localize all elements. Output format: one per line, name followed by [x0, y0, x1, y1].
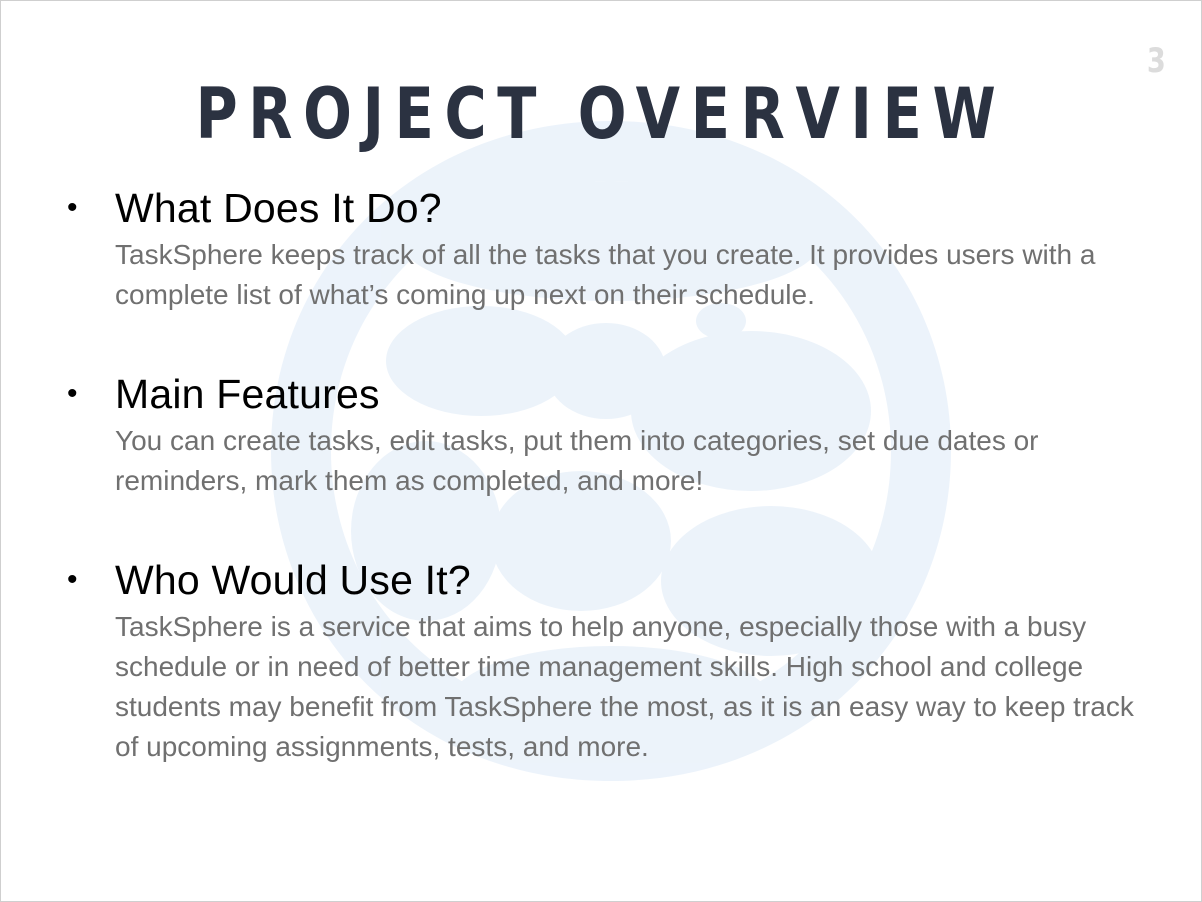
slide-number: 3: [1147, 41, 1167, 81]
bullet-item-what-does-it-do: • What Does It Do? TaskSphere keeps trac…: [67, 181, 1147, 315]
slide: 3 PROJECT OVERVIEW • What Does It Do? Ta…: [0, 0, 1202, 902]
bullet-item-who-would-use-it: • Who Would Use It? TaskSphere is a serv…: [67, 553, 1147, 767]
bullet-heading: Who Would Use It?: [115, 557, 471, 603]
bullet-body: TaskSphere keeps track of all the tasks …: [115, 239, 1096, 310]
bullet-body: TaskSphere is a service that aims to hel…: [115, 611, 1134, 762]
slide-title: PROJECT OVERVIEW: [195, 73, 1007, 155]
bullet-body: You can create tasks, edit tasks, put th…: [115, 425, 1039, 496]
bullet-dot-icon: •: [67, 377, 78, 410]
bullet-list: • What Does It Do? TaskSphere keeps trac…: [67, 181, 1147, 819]
bullet-item-main-features: • Main Features You can create tasks, ed…: [67, 367, 1147, 501]
bullet-heading: What Does It Do?: [115, 185, 442, 231]
bullet-dot-icon: •: [67, 191, 78, 224]
bullet-dot-icon: •: [67, 563, 78, 596]
bullet-heading: Main Features: [115, 371, 380, 417]
